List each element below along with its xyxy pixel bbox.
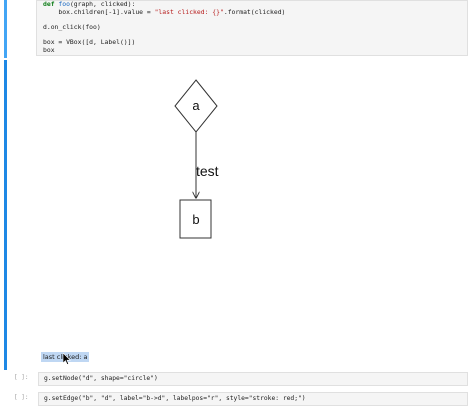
code-line: box — [43, 45, 55, 54]
edge-label: test — [196, 163, 219, 179]
arrow-cursor-icon — [63, 353, 71, 365]
node-b-label: b — [192, 212, 199, 227]
code-cell-set-node[interactable]: [ ]: g.setNode("d", shape="circle") — [0, 372, 474, 386]
output-cell: a test b — [0, 60, 474, 370]
graph-widget: a test b — [36, 60, 468, 350]
graph-node-a[interactable]: a — [174, 79, 218, 133]
code-line: box = VBox([d, Label()]) — [43, 37, 136, 46]
graph-edge-a-b[interactable]: test — [196, 132, 219, 198]
code-line: d.on_click(foo) — [43, 22, 101, 31]
graph-node-b[interactable]: b — [179, 199, 212, 239]
graph-canvas: a test b — [174, 79, 219, 239]
cell-selected-bar — [4, 0, 7, 58]
code-input-set-node[interactable]: g.setNode("d", shape="circle") — [38, 372, 468, 386]
code-input-set-edge[interactable]: g.setEdge("b", "d", label="b->d", labelp… — [38, 392, 468, 406]
cell-prompt: [ ]: — [14, 394, 29, 401]
cell-prompt: [ ]: — [14, 374, 29, 381]
cell-selected-bar — [4, 60, 7, 370]
code-line: box.children[-1].value = "last clicked: … — [43, 7, 286, 16]
code-cell-callback[interactable]: def foo(graph, clicked): box.children[-1… — [0, 0, 474, 58]
code-editor[interactable]: def foo(graph, clicked): box.children[-1… — [36, 0, 468, 56]
node-a-label: a — [192, 98, 200, 113]
code-cell-set-edge[interactable]: [ ]: g.setEdge("b", "d", label="b->d", l… — [0, 392, 474, 406]
